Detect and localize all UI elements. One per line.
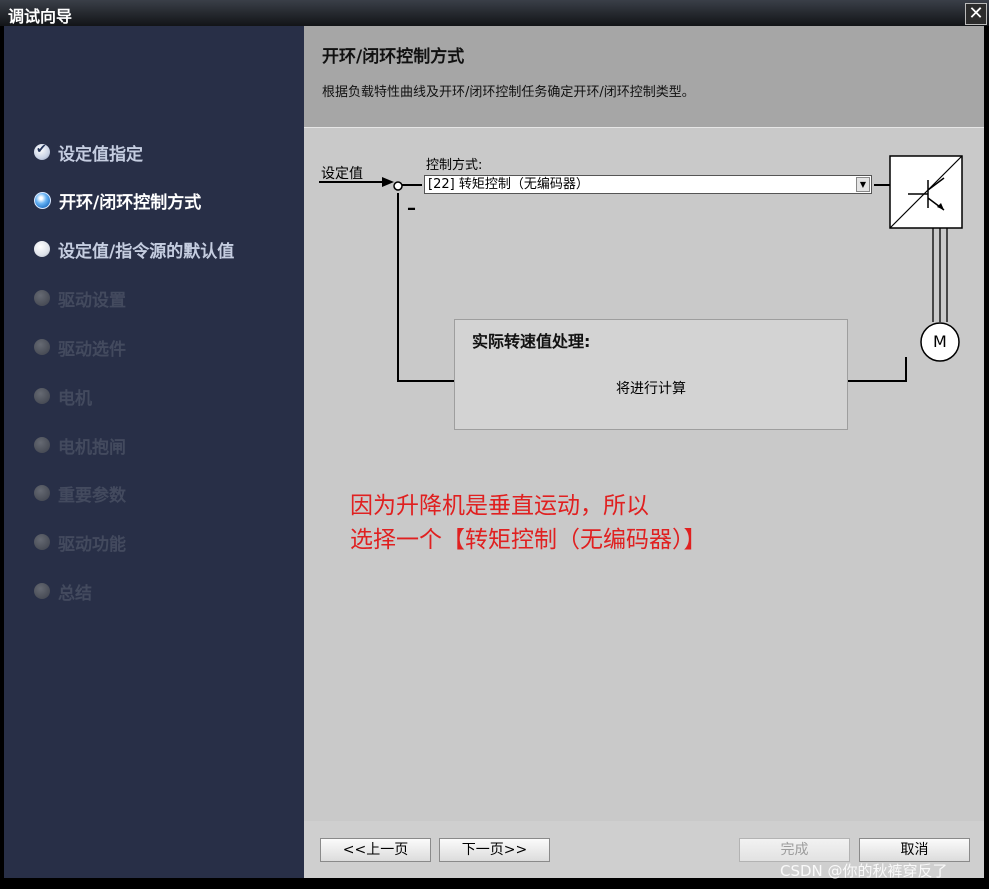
close-button[interactable]: ✕: [965, 3, 987, 25]
cancel-button[interactable]: 取消: [859, 838, 970, 862]
step-disabled-icon: [34, 388, 50, 404]
step-drive-options: 驱动选件: [34, 334, 126, 360]
window-title: 调试向导: [8, 7, 73, 26]
step-label: 电机: [58, 388, 92, 409]
motor-cable-icon: [932, 228, 948, 322]
step-label: 驱动设置: [58, 290, 126, 311]
title-bar: 调试向导 ✕: [0, 0, 989, 26]
step-label: 设定值指定: [58, 144, 143, 165]
wizard-window: 调试向导 ✕ 设定值指定 开环/闭环控制方式 设定值/指令源的默认值 驱动设置 …: [0, 0, 989, 889]
step-important-params: 重要参数: [34, 480, 126, 506]
step-summary: 总结: [34, 578, 92, 604]
step-disabled-icon: [34, 290, 50, 306]
watermark: CSDN @你的秋裤穿反了: [780, 862, 948, 880]
annotation-line-1: 因为升降机是垂直运动，所以: [350, 493, 649, 519]
step-sidebar: 设定值指定 开环/闭环控制方式 设定值/指令源的默认值 驱动设置 驱动选件 电机…: [4, 26, 304, 878]
content-panel: 开环/闭环控制方式 根据负载特性曲线及开环/闭环控制任务确定开环/闭环控制类型。: [304, 26, 984, 878]
setpoint-label: 设定值: [321, 166, 363, 182]
step-setpoint-defaults[interactable]: 设定值/指令源的默认值: [34, 236, 234, 262]
prev-page-button[interactable]: <<上一页: [320, 838, 431, 862]
step-disabled-icon: [34, 485, 50, 501]
step-label: 设定值/指令源的默认值: [58, 241, 235, 262]
minus-sign: –: [407, 198, 416, 219]
dropdown-arrow-icon[interactable]: ▼: [856, 177, 870, 192]
step-current-icon: [34, 191, 51, 209]
step-disabled-icon: [34, 437, 50, 453]
step-disabled-icon: [34, 534, 50, 550]
control-mode-value: [22] 转矩控制（无编码器）: [428, 177, 589, 192]
red-annotation: 因为升降机是垂直运动，所以 选择一个【转矩控制（无编码器）】: [350, 489, 707, 557]
step-label: 驱动选件: [58, 339, 126, 360]
step-drive-settings: 驱动设置: [34, 285, 126, 311]
setpoint-arrow-icon: [382, 177, 394, 187]
step-disabled-icon: [34, 583, 50, 599]
step-label: 驱动功能: [58, 534, 126, 555]
step-motor: 电机: [34, 383, 92, 409]
step-label: 电机抱闸: [58, 437, 126, 458]
step-label: 开环/闭环控制方式: [59, 192, 202, 213]
step-setpoint-spec[interactable]: 设定值指定: [34, 139, 143, 165]
step-pending-icon: [34, 241, 50, 257]
next-page-button[interactable]: 下一页>>: [439, 838, 550, 862]
motor-label: M: [933, 332, 947, 351]
step-label: 重要参数: [58, 485, 126, 506]
step-drive-functions: 驱动功能: [34, 529, 126, 555]
step-control-mode[interactable]: 开环/闭环控制方式: [34, 187, 201, 213]
speed-processing-box: 实际转速值处理: 将进行计算: [454, 319, 848, 430]
speed-processing-value: 将进行计算: [616, 381, 686, 397]
step-done-icon: [34, 142, 50, 160]
summing-junction-icon: [393, 181, 403, 191]
annotation-line-2: 选择一个【转矩控制（无编码器）】: [350, 527, 707, 553]
converter-icon: [889, 155, 963, 229]
speed-processing-title: 实际转速值处理:: [472, 332, 591, 351]
step-disabled-icon: [34, 339, 50, 355]
feedback-line: [397, 193, 454, 382]
control-mode-label: 控制方式:: [426, 158, 483, 173]
step-motor-brake: 电机抱闸: [34, 432, 126, 458]
step-label: 总结: [58, 583, 92, 604]
finish-button[interactable]: 完成: [739, 838, 850, 862]
control-mode-select[interactable]: [22] 转矩控制（无编码器） ▼: [424, 175, 872, 194]
motor-feedback-line: [848, 357, 907, 382]
